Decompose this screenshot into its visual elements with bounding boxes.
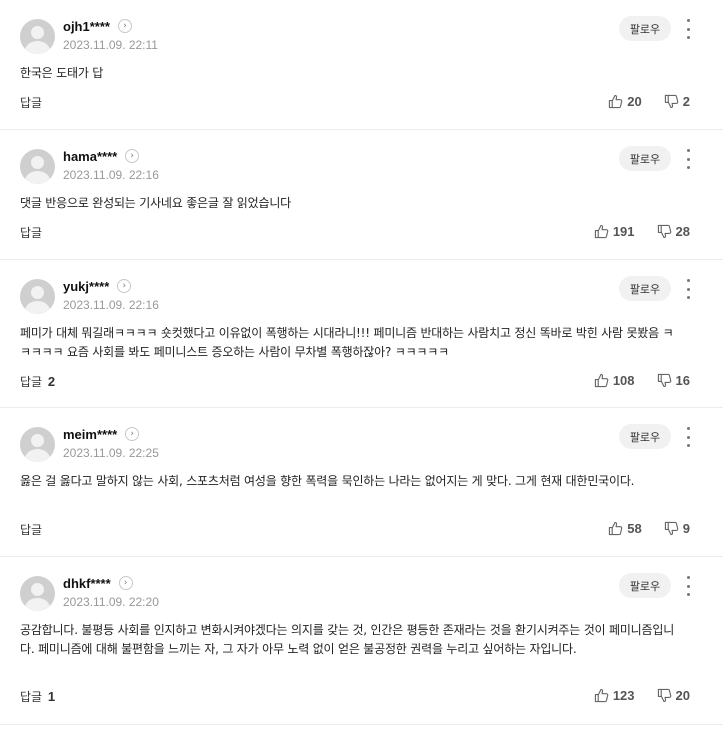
author-row: yukj**** › (63, 276, 132, 296)
dislike-count: 9 (682, 521, 690, 536)
thumbs-up-icon (594, 224, 609, 239)
thumbs-down-icon (657, 688, 671, 703)
like-button[interactable]: 58 (608, 521, 642, 536)
like-button[interactable]: 20 (608, 94, 642, 109)
vote-bar: 20 2 (608, 94, 690, 109)
avatar[interactable] (20, 149, 55, 184)
avatar[interactable] (20, 279, 55, 314)
author-name[interactable]: hama**** (63, 149, 117, 164)
more-options-icon[interactable] (683, 575, 693, 597)
comment-text: 댓글 반응으로 완성되는 기사네요 좋은글 잘 읽었습니다 (20, 196, 292, 210)
author-row: ojh1**** › (63, 16, 132, 36)
reply-button[interactable]: 답글 1 (20, 688, 55, 705)
like-button[interactable]: 108 (594, 373, 635, 388)
dislike-count: 16 (675, 373, 690, 388)
reply-button[interactable]: 답글 (20, 224, 44, 241)
author-name[interactable]: meim**** (63, 427, 117, 442)
reply-label: 답글 (20, 690, 43, 704)
reply-button[interactable]: 답글 (20, 521, 44, 538)
thumbs-down-icon (657, 224, 671, 239)
more-options-icon[interactable] (683, 18, 693, 40)
dislike-button[interactable]: 16 (657, 373, 690, 388)
follow-button[interactable]: 팔로우 (619, 276, 671, 301)
more-options-icon[interactable] (683, 148, 693, 170)
author-name[interactable]: ojh1**** (63, 19, 110, 34)
vote-bar: 108 16 (594, 373, 690, 388)
comment-text: 옳은 걸 옳다고 말하지 않는 사회, 스포츠처럼 여성을 향한 폭력을 묵인하… (20, 474, 635, 488)
follow-button[interactable]: 팔로우 (619, 573, 671, 598)
avatar[interactable] (20, 427, 55, 462)
like-count: 58 (627, 521, 642, 536)
chevron-right-icon[interactable]: › (125, 427, 140, 441)
thumbs-down-icon (664, 94, 679, 109)
chevron-right-icon[interactable]: › (118, 576, 133, 590)
reply-count: 2 (47, 374, 56, 389)
reply-button[interactable]: 답글 (20, 94, 44, 111)
comment-item: yukj**** › 2023.11.09. 22:16 팔로우 페미가 대체 … (0, 260, 723, 408)
chevron-right-icon[interactable]: › (117, 279, 132, 293)
comment-date: 2023.11.09. 22:25 (63, 446, 159, 460)
like-count: 123 (612, 688, 635, 703)
thumbs-up-icon (609, 521, 623, 536)
avatar[interactable] (20, 576, 55, 611)
author-row: meim**** › (63, 424, 140, 444)
reply-count: 1 (47, 689, 56, 704)
dislike-button[interactable]: 9 (664, 521, 690, 536)
dislike-button[interactable]: 20 (657, 688, 690, 703)
like-count: 108 (612, 373, 635, 388)
dislike-button[interactable]: 2 (664, 94, 690, 109)
follow-button[interactable]: 팔로우 (619, 146, 671, 171)
comment-item: hama**** › 2023.11.09. 22:16 팔로우 댓글 반응으로… (0, 130, 723, 260)
thumbs-up-icon (609, 94, 623, 109)
follow-button[interactable]: 팔로우 (619, 16, 671, 41)
avatar[interactable] (20, 19, 55, 54)
like-count: 20 (627, 94, 642, 109)
more-options-icon[interactable] (683, 426, 693, 448)
author-row: hama**** › (63, 146, 140, 166)
comment-date: 2023.11.09. 22:20 (63, 595, 159, 609)
reply-button[interactable]: 답글 2 (20, 373, 55, 390)
comment-text: 페미가 대체 뭐길래ㅋㅋㅋㅋ 숏컷했다고 이유없이 폭행하는 시대라니!!! 페… (20, 326, 674, 359)
chevron-right-icon[interactable]: › (125, 149, 140, 163)
thumbs-down-icon (664, 521, 679, 536)
follow-button[interactable]: 팔로우 (619, 424, 671, 449)
dislike-count: 20 (675, 688, 690, 703)
reply-label: 답글 (20, 375, 43, 389)
vote-bar: 191 28 (594, 224, 690, 239)
reply-label: 답글 (20, 96, 43, 110)
like-button[interactable]: 191 (594, 224, 635, 239)
author-name[interactable]: yukj**** (63, 279, 109, 294)
thumbs-up-icon (594, 688, 609, 703)
comment-text: 한국은 도태가 답 (20, 66, 104, 80)
comment-date: 2023.11.09. 22:11 (63, 38, 158, 52)
dislike-count: 2 (682, 94, 690, 109)
more-options-icon[interactable] (683, 278, 693, 300)
thumbs-up-icon (594, 373, 609, 388)
like-count: 191 (612, 224, 635, 239)
comment-list: ojh1**** › 2023.11.09. 22:11 팔로우 한국은 도태가… (0, 0, 723, 725)
comment-item: dhkf**** › 2023.11.09. 22:20 팔로우 공감합니다. … (0, 557, 723, 725)
vote-bar: 123 20 (594, 688, 690, 703)
dislike-count: 28 (675, 224, 690, 239)
author-name[interactable]: dhkf**** (63, 576, 111, 591)
author-row: dhkf**** › (63, 573, 133, 593)
thumbs-down-icon (657, 373, 671, 388)
comment-date: 2023.11.09. 22:16 (63, 298, 159, 312)
comment-item: ojh1**** › 2023.11.09. 22:11 팔로우 한국은 도태가… (0, 0, 723, 130)
reply-label: 답글 (20, 226, 43, 240)
comment-date: 2023.11.09. 22:16 (63, 168, 159, 182)
chevron-right-icon[interactable]: › (117, 19, 132, 33)
vote-bar: 58 9 (608, 521, 690, 536)
like-button[interactable]: 123 (594, 688, 635, 703)
reply-label: 답글 (20, 523, 43, 537)
comment-item: meim**** › 2023.11.09. 22:25 팔로우 옳은 걸 옳다… (0, 408, 723, 557)
comment-text: 공감합니다. 불평등 사회를 인지하고 변화시켜야겠다는 의지를 갖는 것, 인… (20, 623, 675, 656)
dislike-button[interactable]: 28 (657, 224, 690, 239)
